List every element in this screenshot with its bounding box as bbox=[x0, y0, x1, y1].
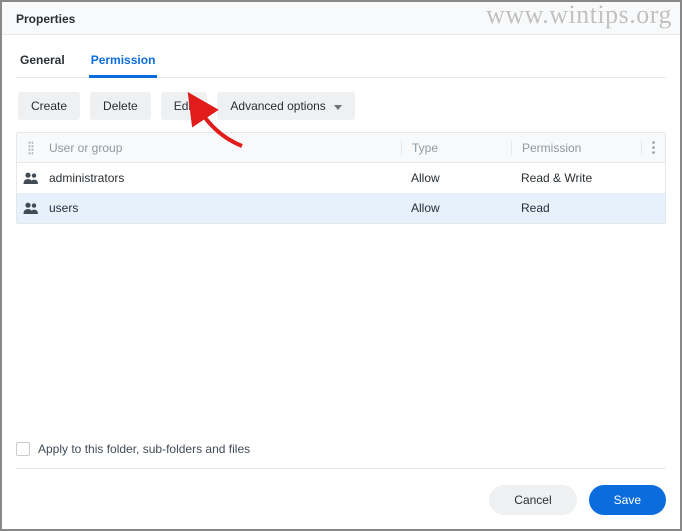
row-permission: Read bbox=[511, 201, 641, 215]
footer-buttons: Cancel Save bbox=[489, 485, 666, 515]
drag-handle-header bbox=[17, 141, 45, 155]
apply-label: Apply to this folder, sub-folders and fi… bbox=[38, 442, 250, 456]
window-title: Properties bbox=[16, 12, 75, 26]
caret-down-icon bbox=[334, 99, 342, 113]
row-type: Allow bbox=[401, 171, 511, 185]
group-icon bbox=[17, 172, 45, 184]
row-permission: Read & Write bbox=[511, 171, 641, 185]
apply-checkbox[interactable] bbox=[16, 442, 30, 456]
table-row[interactable]: users Allow Read bbox=[17, 193, 665, 223]
table-row[interactable]: administrators Allow Read & Write bbox=[17, 163, 665, 193]
tab-bar: General Permission bbox=[16, 35, 666, 78]
create-button[interactable]: Create bbox=[18, 92, 80, 120]
toolbar: Create Delete Edit Advanced options bbox=[16, 78, 666, 132]
permission-table: User or group Type Permission administra… bbox=[16, 132, 666, 224]
edit-button[interactable]: Edit bbox=[161, 92, 208, 120]
save-button[interactable]: Save bbox=[589, 485, 666, 515]
row-name: users bbox=[45, 201, 401, 215]
apply-row: Apply to this folder, sub-folders and fi… bbox=[16, 434, 666, 469]
column-menu-button[interactable] bbox=[641, 141, 665, 154]
window-header: Properties bbox=[2, 2, 680, 35]
column-permission[interactable]: Permission bbox=[511, 141, 641, 155]
column-type[interactable]: Type bbox=[401, 141, 511, 155]
advanced-options-button[interactable]: Advanced options bbox=[217, 92, 355, 120]
group-icon bbox=[17, 202, 45, 214]
row-name: administrators bbox=[45, 171, 401, 185]
advanced-options-label: Advanced options bbox=[230, 99, 325, 113]
table-header: User or group Type Permission bbox=[17, 133, 665, 163]
properties-window: www.wintips.org Properties General Permi… bbox=[0, 0, 682, 531]
cancel-button[interactable]: Cancel bbox=[489, 485, 576, 515]
row-type: Allow bbox=[401, 201, 511, 215]
tab-permission[interactable]: Permission bbox=[89, 47, 158, 77]
column-user-group[interactable]: User or group bbox=[45, 141, 401, 155]
delete-button[interactable]: Delete bbox=[90, 92, 151, 120]
tab-general[interactable]: General bbox=[18, 47, 67, 77]
